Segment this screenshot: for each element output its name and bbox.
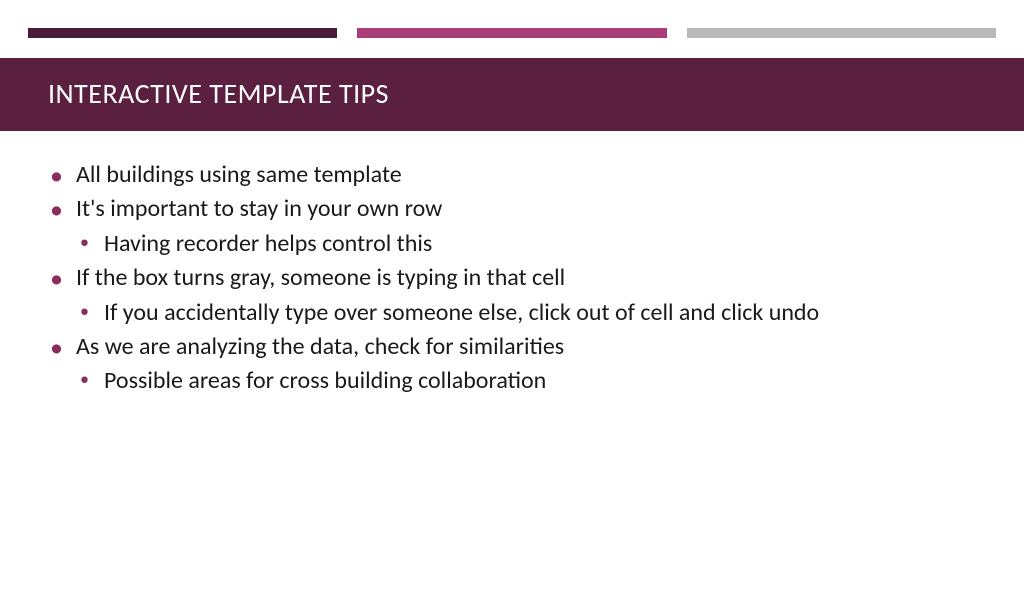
stripe-segment-dark <box>28 28 337 38</box>
decorative-stripe <box>28 28 996 38</box>
list-item-text: It's important to stay in your own row <box>76 194 442 223</box>
list-item: If the box turns gray, someone is typing… <box>48 262 976 329</box>
sub-list-item: Having recorder helps control this <box>76 228 976 260</box>
sub-bullet-list: If you accidentally type over someone el… <box>76 297 976 329</box>
list-item-text: As we are analyzing the data, check for … <box>76 332 564 361</box>
list-item: All buildings using same template <box>48 159 976 191</box>
bullet-list: All buildings using same template It's i… <box>48 159 976 398</box>
list-item: As we are analyzing the data, check for … <box>48 331 976 398</box>
list-item-text: All buildings using same template <box>76 160 402 189</box>
sub-bullet-list: Possible areas for cross building collab… <box>76 365 976 397</box>
sub-list-item-text: Having recorder helps control this <box>104 229 432 258</box>
sub-list-item: Possible areas for cross building collab… <box>76 365 976 397</box>
sub-list-item: If you accidentally type over someone el… <box>76 297 976 329</box>
title-bar: INTERACTIVE TEMPLATE TIPS <box>0 58 1024 131</box>
sub-list-item-text: If you accidentally type over someone el… <box>104 298 819 327</box>
slide-title: INTERACTIVE TEMPLATE TIPS <box>48 76 976 111</box>
sub-bullet-list: Having recorder helps control this <box>76 228 976 260</box>
list-item: It's important to stay in your own row H… <box>48 193 976 260</box>
content-area: All buildings using same template It's i… <box>0 131 1024 398</box>
sub-list-item-text: Possible areas for cross building collab… <box>104 366 546 395</box>
stripe-segment-light <box>687 28 996 38</box>
stripe-segment-mid <box>357 28 666 38</box>
list-item-text: If the box turns gray, someone is typing… <box>76 263 565 292</box>
